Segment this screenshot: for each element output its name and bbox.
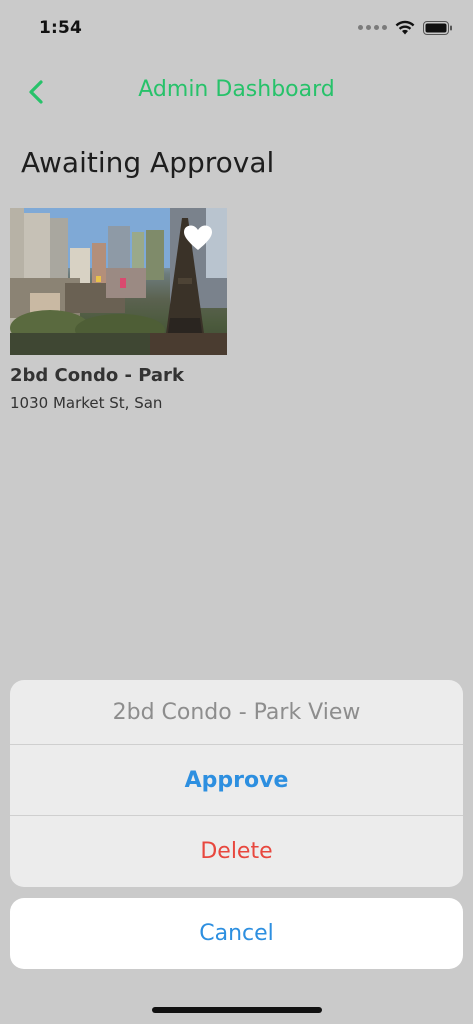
heart-icon	[184, 225, 212, 250]
status-time: 1:54	[39, 18, 83, 38]
cancel-button[interactable]: Cancel	[10, 898, 463, 969]
battery-icon	[423, 20, 452, 35]
section-title: Awaiting Approval	[21, 146, 275, 179]
status-bar: 1:54	[0, 0, 473, 58]
favorite-button[interactable]	[183, 224, 213, 252]
wifi-icon	[395, 20, 415, 35]
cellular-signal-icon	[358, 25, 387, 30]
nav-title: Admin Dashboard	[138, 77, 335, 102]
action-sheet-title: 2bd Condo - Park View	[10, 680, 463, 745]
status-icons	[358, 20, 453, 35]
home-indicator[interactable]	[152, 1007, 322, 1013]
approve-button[interactable]: Approve	[10, 745, 463, 816]
delete-button[interactable]: Delete	[10, 816, 463, 887]
action-sheet: 2bd Condo - Park View Approve Delete	[10, 680, 463, 887]
nav-bar: Admin Dashboard	[0, 66, 473, 116]
listing-address: 1030 Market St, San	[10, 394, 163, 412]
listing-card[interactable]: 2bd Condo - Park 1030 Market St, San	[10, 208, 228, 412]
listing-photo[interactable]	[10, 208, 227, 355]
listing-title: 2bd Condo - Park	[10, 365, 184, 386]
